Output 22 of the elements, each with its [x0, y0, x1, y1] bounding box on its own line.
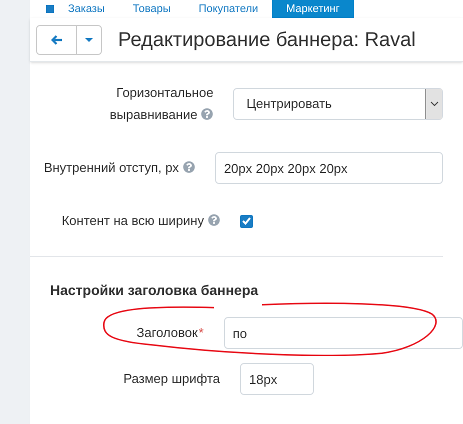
- checkmark-icon: [242, 217, 251, 225]
- field-label: Контент на всю ширину: [62, 210, 220, 232]
- caret-icon: [85, 38, 93, 42]
- page-title: Редактирование баннера: Raval: [118, 28, 416, 52]
- field-label: Заголовок*: [136, 324, 204, 342]
- input-field[interactable]: 20px 20px 20px 20px: [214, 152, 443, 184]
- nav-tab[interactable]: Покупатели: [184, 0, 272, 18]
- field-label: Горизонтальное выравнивание: [108, 84, 214, 124]
- arrow-left-icon: [50, 34, 62, 44]
- nav-tab[interactable]: Маркетинг: [272, 0, 354, 18]
- select-field[interactable]: Центрировать: [233, 88, 443, 120]
- nav-tab[interactable]: Товары: [118, 0, 185, 18]
- section-title: Настройки заголовка баннера: [50, 282, 258, 298]
- checkbox[interactable]: [240, 214, 253, 228]
- nav-tab[interactable]: Заказы: [54, 0, 119, 18]
- input-field[interactable]: 18px: [240, 363, 314, 395]
- field-label: Внутренний отступ, px: [44, 157, 195, 179]
- chevron-down-icon: [430, 101, 438, 107]
- select-value: Центрировать: [245, 95, 333, 114]
- field-label: Размер шрифта: [123, 370, 220, 388]
- required-asterisk: *: [198, 325, 204, 340]
- input-field[interactable]: по: [224, 317, 463, 349]
